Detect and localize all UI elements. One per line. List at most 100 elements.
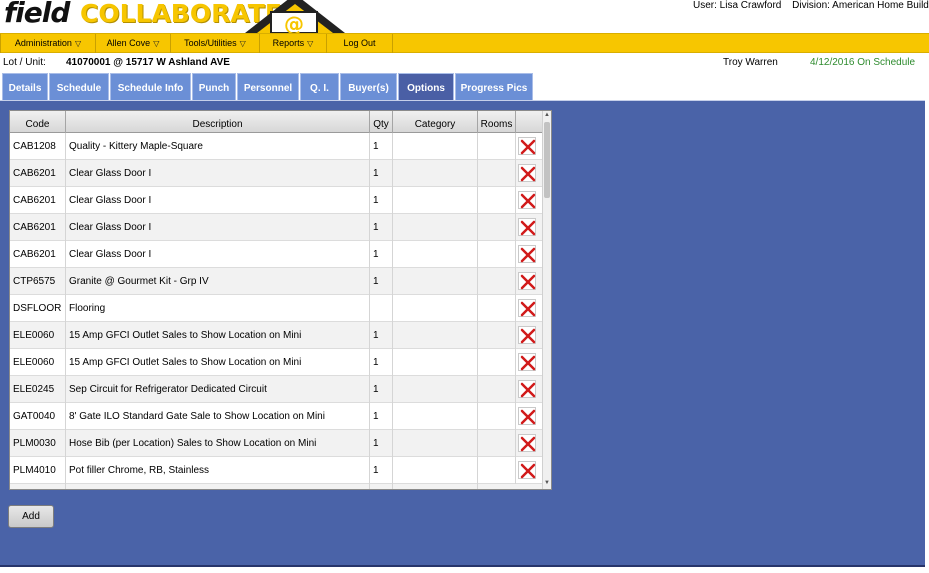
nav-administration[interactable]: Administration ▽ (0, 34, 96, 53)
cell-rooms (478, 349, 516, 376)
tab-details[interactable]: Details (2, 73, 48, 100)
tab-qi[interactable]: Q. I. (300, 73, 339, 100)
table-row[interactable] (10, 484, 542, 489)
cell-description: Quality - Kittery Maple-Square (66, 133, 370, 160)
page-bottom-shadow (0, 565, 925, 567)
table-row[interactable]: CAB6201 Clear Glass Door I1 (10, 187, 542, 214)
delete-x-icon[interactable] (518, 137, 536, 155)
tab-personnel[interactable]: Personnel (237, 73, 299, 100)
cell-category (393, 430, 478, 457)
cell-code: CAB6201 (10, 241, 66, 268)
cell-rooms (478, 241, 516, 268)
cell-category (393, 322, 478, 349)
svg-text:@: @ (284, 12, 304, 33)
options-panel: Code Description Qty Category Rooms CAB1… (0, 100, 925, 565)
cell-code: CAB1208 (10, 133, 66, 160)
cell-qty: 1 (370, 187, 393, 214)
cell-rooms (478, 268, 516, 295)
delete-x-icon[interactable] (518, 245, 536, 263)
col-header-qty[interactable]: Qty (370, 111, 393, 133)
table-row[interactable]: CAB6201 Clear Glass Door I1 (10, 241, 542, 268)
nav-allen-cove-label: Allen Cove (106, 38, 151, 48)
delete-x-icon[interactable] (518, 299, 536, 317)
col-header-rooms[interactable]: Rooms (478, 111, 516, 133)
cell-code: PLM4010 (10, 457, 66, 484)
chevron-down-icon: ▽ (74, 39, 82, 48)
table-row[interactable]: CAB6201 Clear Glass Door I1 (10, 160, 542, 187)
cell-code: PLM0030 (10, 430, 66, 457)
table-row[interactable]: ELE0060 15 Amp GFCI Outlet Sales to Show … (10, 322, 542, 349)
table-row[interactable]: PLM4010 Pot filler Chrome, RB, Stainless 1 (10, 457, 542, 484)
cell-code: ELE0060 (10, 322, 66, 349)
current-division: Division: American Home Builders (792, 0, 929, 11)
tab-options[interactable]: Options (398, 73, 454, 100)
cell-rooms (478, 376, 516, 403)
cell-description: Clear Glass Door I (66, 214, 370, 241)
chevron-down-icon: ▽ (153, 39, 160, 48)
delete-x-icon[interactable] (518, 191, 536, 209)
cell-category (393, 214, 478, 241)
nav-allen-cove[interactable]: Allen Cove ▽ (96, 34, 171, 53)
cell-qty: 1 (370, 241, 393, 268)
cell-description: Granite @ Gourmet Kit - Grp IV (66, 268, 370, 295)
chevron-down-icon: ▽ (239, 39, 246, 48)
cell-qty (370, 295, 393, 322)
tab-buyers[interactable]: Buyer(s) (340, 73, 397, 100)
tab-schedule-info[interactable]: Schedule Info (110, 73, 191, 100)
col-header-category[interactable]: Category (393, 111, 478, 133)
cell-description: 15 Amp GFCI Outlet Sales to Show Locatio… (66, 349, 370, 376)
table-row[interactable]: DSFLOOR Flooring (10, 295, 542, 322)
lot-value: 41070001 @ 15717 W Ashland AVE (66, 57, 230, 68)
cell-category (393, 268, 478, 295)
table-row[interactable]: ELE0060 15 Amp GFCI Outlet Sales to Show … (10, 349, 542, 376)
scroll-up-icon[interactable]: ▲ (543, 111, 551, 120)
delete-x-icon[interactable] (518, 353, 536, 371)
cell-qty: 1 (370, 214, 393, 241)
nav-log-out-label: Log Out (343, 38, 376, 48)
delete-x-icon[interactable] (518, 461, 536, 479)
cell-category (393, 376, 478, 403)
grid-scrollbar[interactable]: ▲ ▼ (542, 111, 551, 489)
cell-code: CTP6575 (10, 268, 66, 295)
add-option-button[interactable]: Add (8, 505, 54, 528)
table-row[interactable]: PLM0030 Hose Bib (per Location) Sales to … (10, 430, 542, 457)
cell-qty: 1 (370, 403, 393, 430)
delete-x-icon[interactable] (518, 272, 536, 290)
col-header-description[interactable]: Description (66, 111, 370, 133)
app-header: field COLLABORATE @ User: Lisa Crawford … (0, 0, 929, 33)
nav-log-out[interactable]: Log Out (327, 34, 393, 53)
nav-reports[interactable]: Reports ▽ (260, 34, 327, 53)
cell-qty: 1 (370, 268, 393, 295)
logo-field-text: field (4, 0, 70, 29)
tab-punch[interactable]: Punch (192, 73, 236, 100)
delete-x-icon[interactable] (518, 218, 536, 236)
cell-category (393, 349, 478, 376)
cell-code: ELE0060 (10, 349, 66, 376)
tab-progress-pics[interactable]: Progress Pics (455, 73, 533, 100)
table-row[interactable]: ELE0245 Sep Circuit for Refrigerator Dedi… (10, 376, 542, 403)
current-user: User: Lisa Crawford (693, 0, 782, 11)
nav-administration-label: Administration (14, 38, 72, 48)
delete-x-icon[interactable] (518, 434, 536, 452)
scroll-down-icon[interactable]: ▼ (543, 479, 551, 488)
delete-x-icon[interactable] (518, 164, 536, 182)
delete-x-icon[interactable] (518, 407, 536, 425)
cell-rooms (478, 295, 516, 322)
table-row[interactable]: CAB1208 Quality - Kittery Maple-Square 1 (10, 133, 542, 160)
scroll-thumb[interactable] (544, 122, 550, 198)
chevron-down-icon: ▽ (307, 39, 314, 48)
tab-schedule[interactable]: Schedule (49, 73, 109, 100)
table-row[interactable]: CTP6575 Granite @ Gourmet Kit - Grp IV 1 (10, 268, 542, 295)
options-grid: Code Description Qty Category Rooms CAB1… (9, 110, 552, 490)
table-row[interactable]: CAB6201 Clear Glass Door I1 (10, 214, 542, 241)
table-row[interactable]: GAT0040 8' Gate ILO Standard Gate Sale to… (10, 403, 542, 430)
cell-category (393, 295, 478, 322)
delete-x-icon[interactable] (518, 326, 536, 344)
col-header-code[interactable]: Code (10, 111, 66, 133)
cell-category (393, 457, 478, 484)
nav-tools-utilities-label: Tools/Utilities (184, 38, 237, 48)
nav-tools-utilities[interactable]: Tools/Utilities ▽ (171, 34, 260, 53)
cell-qty: 1 (370, 349, 393, 376)
cell-description: 15 Amp GFCI Outlet Sales to Show Locatio… (66, 322, 370, 349)
delete-x-icon[interactable] (518, 380, 536, 398)
